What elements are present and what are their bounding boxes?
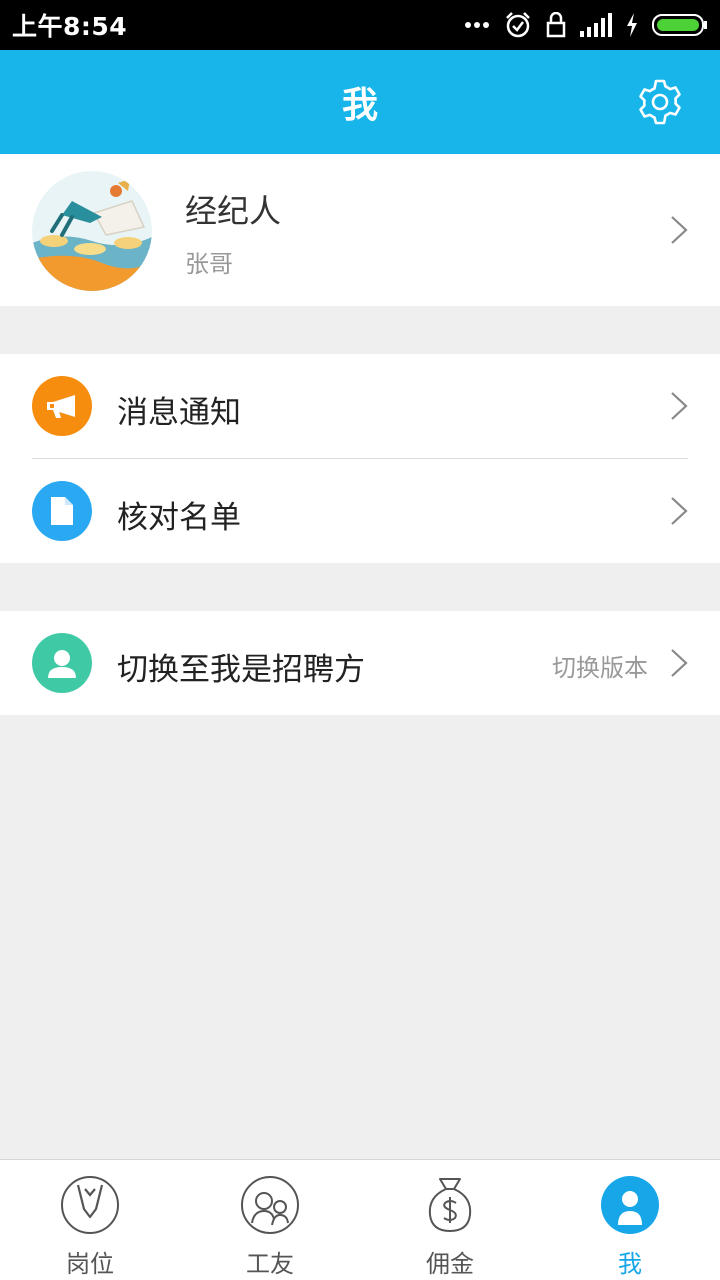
avatar <box>32 171 152 291</box>
user-icon <box>32 633 92 693</box>
chevron-right-icon <box>671 216 688 244</box>
nav-label: 岗位 <box>66 1250 114 1278</box>
nav-label: 工友 <box>246 1250 294 1278</box>
chevron-right-icon <box>671 649 688 677</box>
gear-icon <box>639 79 681 125</box>
nav-label: 我 <box>618 1250 642 1278</box>
settings-button[interactable] <box>636 78 684 126</box>
alarm-icon <box>506 12 530 38</box>
avatar-illustration <box>32 171 152 291</box>
nav-item-friends[interactable]: 工友 <box>180 1160 360 1280</box>
nav-item-jobs[interactable]: 岗位 <box>0 1160 180 1280</box>
page-title: 我 <box>341 85 378 126</box>
chevron-right-icon <box>671 497 688 525</box>
menu-item-label: 切换至我是招聘方 <box>117 652 365 688</box>
menu-item-check-list[interactable]: 核对名单 <box>0 459 720 563</box>
money-bag-icon <box>428 1178 472 1233</box>
nav-item-commission[interactable]: 佣金 <box>360 1160 540 1280</box>
friends-icon <box>241 1176 299 1234</box>
menu-group-notifications: 消息通知 核对名单 <box>0 354 720 563</box>
menu-item-switch-role[interactable]: 切换至我是招聘方 切换版本 <box>0 611 720 715</box>
menu-item-label: 消息通知 <box>117 395 241 431</box>
menu-item-label: 核对名单 <box>117 500 241 536</box>
app-header: 我 <box>0 50 720 154</box>
signal-icon <box>580 13 612 37</box>
lock-icon <box>546 12 566 38</box>
document-icon <box>32 481 92 541</box>
status-bar: 上午8:54 <box>0 0 720 50</box>
status-icons <box>464 11 708 39</box>
bottom-nav: 岗位 工友 佣金 我 <box>0 1159 720 1280</box>
profile-card[interactable]: 经纪人 张哥 <box>0 154 720 306</box>
nav-item-me[interactable]: 我 <box>540 1160 720 1280</box>
status-time: 上午8:54 <box>12 12 128 41</box>
tie-icon <box>61 1176 119 1234</box>
charging-icon <box>627 13 637 37</box>
profile-name: 经纪人 <box>185 192 282 230</box>
menu-item-notifications[interactable]: 消息通知 <box>0 354 720 458</box>
me-icon <box>601 1176 659 1234</box>
switch-version-hint: 切换版本 <box>552 654 648 682</box>
nav-label: 佣金 <box>426 1250 474 1278</box>
megaphone-icon <box>32 376 92 436</box>
battery-icon <box>652 14 707 36</box>
more-dots-icon <box>465 22 489 28</box>
chevron-right-icon <box>671 392 688 420</box>
profile-subtitle: 张哥 <box>185 250 233 278</box>
menu-group-switch: 切换至我是招聘方 切换版本 <box>0 611 720 715</box>
